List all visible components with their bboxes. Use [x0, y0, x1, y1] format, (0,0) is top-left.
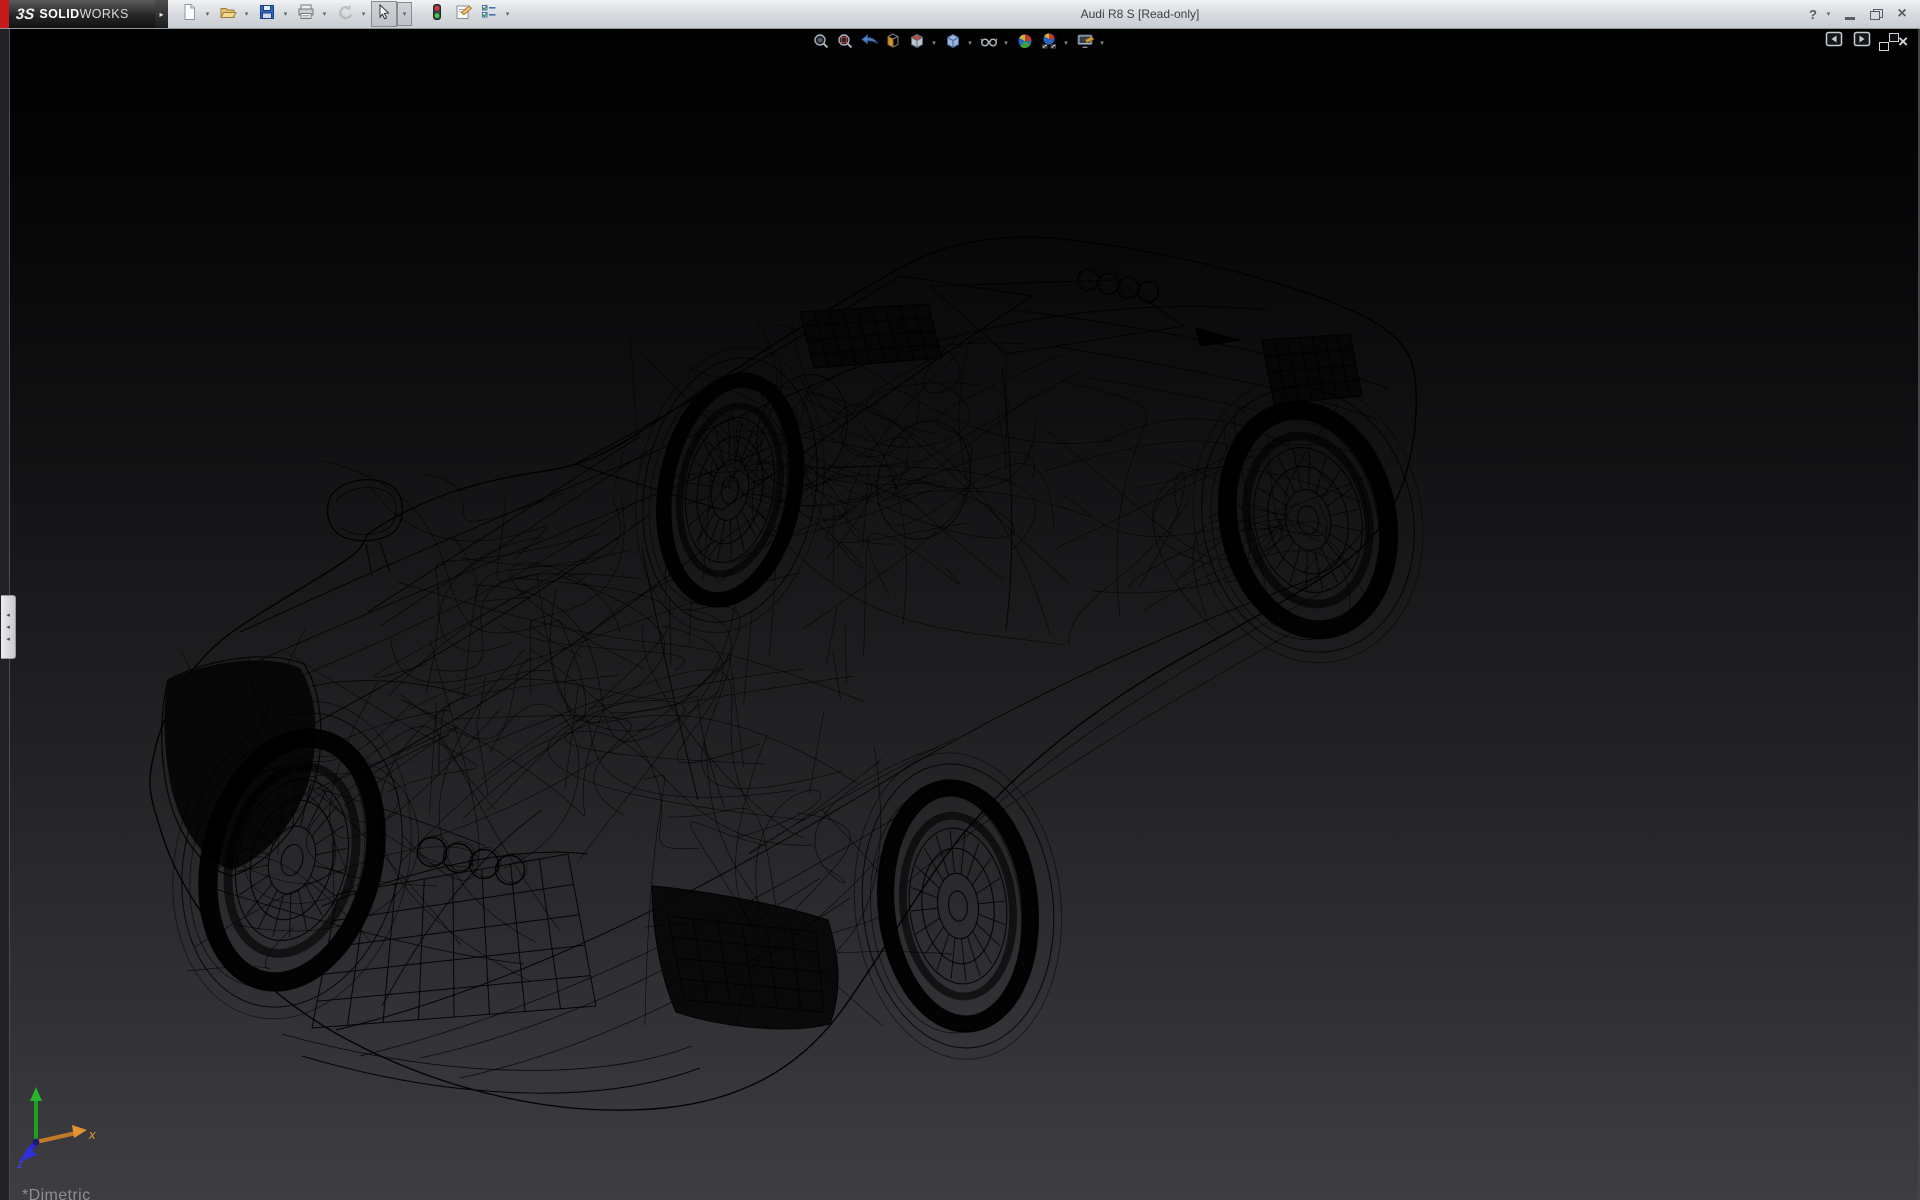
new-document-icon [180, 3, 198, 26]
options-dropdown-caret[interactable]: ▾ [502, 2, 513, 26]
file-properties-icon [454, 3, 472, 26]
collapse-pane-button[interactable] [1824, 34, 1843, 50]
options-icon [480, 3, 498, 26]
edit-appearance-icon [1016, 32, 1034, 55]
apply-scene-dropdown-caret[interactable]: ▾ [1061, 39, 1071, 47]
view-orientation-button[interactable] [905, 31, 929, 55]
title-bar: 3S SOLIDWORKS ▸ ▾ ▾ ▾ ▾ ▾ ▾ ▾ Audi R8 S [Read-… [0, 0, 1920, 29]
section-view-button[interactable] [881, 31, 905, 55]
window-controls: ? ▾ × [1805, 2, 1914, 26]
document-close-button[interactable]: × [1898, 33, 1908, 50]
document-window-controls: × [1824, 33, 1908, 50]
new-document-dropdown-caret[interactable]: ▾ [202, 2, 213, 26]
restore-icon [1870, 9, 1883, 20]
undo-button[interactable] [332, 1, 358, 27]
collapse-arrow-icon: ◂ [6, 624, 10, 631]
print-dropdown-caret[interactable]: ▾ [319, 2, 330, 26]
hide-show-items-button[interactable] [977, 31, 1001, 55]
print-icon [297, 3, 315, 26]
view-orientation-dropdown-caret[interactable]: ▾ [929, 39, 939, 47]
help-dropdown-caret[interactable]: ▾ [1823, 2, 1834, 26]
reference-triad[interactable]: x z [16, 1082, 100, 1170]
graphics-area[interactable]: ▾ ▾ ▾ ▾ ▾ × ◂ ◂ ◂ x z *Dimetric [0, 28, 1920, 1200]
document-title: Audi R8 S [Read-only] [1010, 0, 1270, 28]
options-button[interactable] [476, 1, 502, 27]
section-view-icon [884, 32, 902, 55]
zoom-to-fit-button[interactable] [809, 31, 833, 55]
rebuild-button[interactable] [424, 1, 450, 27]
dassault-3ds-icon: 3S [15, 6, 35, 23]
brand-name-bold: SOLID [39, 7, 79, 21]
feature-manager-splitter[interactable]: ◂ ◂ ◂ [1, 595, 16, 659]
zoom-to-area-button[interactable] [833, 31, 857, 55]
expand-pane-button[interactable] [1852, 34, 1871, 50]
accent-strip [0, 0, 9, 28]
minimize-icon [1845, 17, 1855, 20]
help-button[interactable]: ? [1805, 7, 1821, 22]
close-button[interactable]: × [1890, 3, 1914, 25]
display-style-icon [944, 32, 962, 55]
zoom-to-area-icon [836, 32, 854, 55]
brand-name-light: WORKS [80, 7, 129, 21]
x-axis-label: x [88, 1127, 96, 1142]
wireframe-model [0, 28, 1920, 1200]
y-axis-head [30, 1087, 42, 1101]
rebuild-icon [428, 3, 446, 26]
file-properties-button[interactable] [450, 1, 476, 27]
main-toolbar: ▾ ▾ ▾ ▾ ▾ ▾ ▾ [176, 2, 515, 26]
hide-show-items-icon [980, 32, 998, 55]
collapse-arrow-icon: ◂ [6, 636, 10, 643]
open-dropdown-caret[interactable]: ▾ [241, 2, 252, 26]
previous-view-button[interactable] [857, 31, 881, 55]
view-settings-button[interactable] [1073, 31, 1097, 55]
pane-right-icon [1853, 30, 1871, 53]
edit-appearance-button[interactable] [1013, 31, 1037, 55]
zoom-to-fit-icon [812, 32, 830, 55]
restore-button[interactable] [1864, 3, 1888, 25]
view-settings-dropdown-caret[interactable]: ▾ [1097, 39, 1107, 47]
hide-show-items-dropdown-caret[interactable]: ▾ [1001, 39, 1011, 47]
select-button[interactable] [371, 1, 397, 27]
pane-left-icon [1825, 30, 1843, 53]
undo-dropdown-caret[interactable]: ▾ [358, 2, 369, 26]
select-icon [375, 3, 393, 26]
open-button[interactable] [215, 1, 241, 27]
solidworks-menu[interactable]: 3S SOLIDWORKS [9, 0, 155, 28]
save-button[interactable] [254, 1, 280, 27]
minimize-button[interactable] [1838, 3, 1862, 25]
new-document-button[interactable] [176, 1, 202, 27]
display-style-dropdown-caret[interactable]: ▾ [965, 39, 975, 47]
view-settings-icon [1076, 32, 1094, 55]
heads-up-view-toolbar: ▾ ▾ ▾ ▾ ▾ [809, 31, 1109, 55]
open-icon [219, 3, 237, 26]
undo-icon [336, 3, 354, 26]
select-dropdown-caret[interactable]: ▾ [397, 2, 412, 26]
print-button[interactable] [293, 1, 319, 27]
x-axis-arrow [36, 1133, 76, 1142]
save-icon [258, 3, 276, 26]
save-dropdown-caret[interactable]: ▾ [280, 2, 291, 26]
apply-scene-button[interactable] [1037, 31, 1061, 55]
solidworks-window: 3S SOLIDWORKS ▸ ▾ ▾ ▾ ▾ ▾ ▾ ▾ Audi R8 S [Read-… [0, 0, 1920, 1200]
apply-scene-icon [1040, 32, 1058, 55]
previous-view-icon [860, 32, 878, 55]
z-axis-label: z [16, 1156, 24, 1170]
menu-expand-arrow[interactable]: ▸ [155, 0, 168, 28]
collapse-arrow-icon: ◂ [6, 612, 10, 619]
triad-origin [33, 1139, 40, 1146]
view-orientation-icon [908, 32, 926, 55]
x-axis-head [72, 1125, 87, 1138]
display-style-button[interactable] [941, 31, 965, 55]
view-orientation-label: *Dimetric [22, 1187, 91, 1200]
